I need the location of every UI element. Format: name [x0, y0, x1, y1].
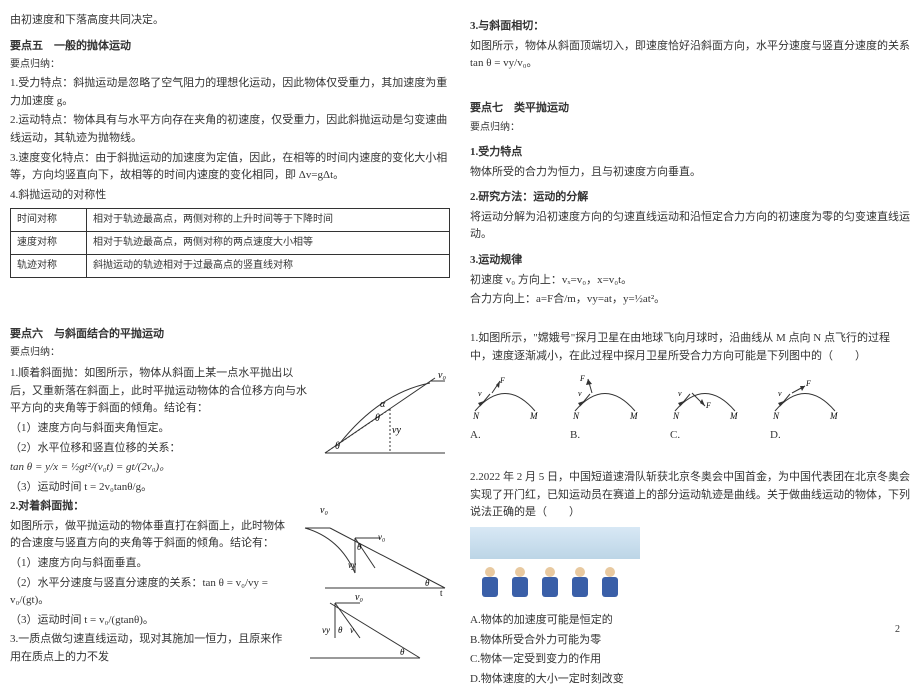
s7-3a: 初速度 v₀ 方向上：vₓ=v₀，x=v₀t。: [470, 272, 910, 290]
question-2: 2.2022 年 2 月 5 日，中国短道速滑队斩获北京冬奥会中国首金，为中国代…: [470, 469, 910, 522]
s6-3b-title: 3.与斜面相切：: [470, 18, 910, 36]
question-1: 1.如图所示，"嫦娥号"探月卫星在由地球飞向月球时，沿曲线从 M 点向 N 点飞…: [470, 330, 910, 365]
s7-2t: 2.研究方法：运动的分解: [470, 189, 910, 207]
s7-2d: 将运动分解为沿初速度方向的匀速直线运动和沿恒定合力方向的初速度为零的匀变速直线运…: [470, 209, 910, 244]
s6-3b-desc: 如图所示，物体从斜面顶端切入，即速度恰好沿斜面方向，水平分速度与竖直分速度的关系…: [470, 38, 910, 73]
svg-text:θ: θ: [335, 441, 340, 452]
arc-diagram-c: N M v F: [670, 371, 740, 421]
s6-2-b: （2）水平分速度与竖直分速度的关系：tan θ = v₀/vy = v₀/(gt…: [10, 575, 290, 610]
svg-text:v: v: [350, 625, 354, 635]
left-column: 由初速度和下落高度共同决定。 要点五 一般的抛体运动 要点归纳： 1.受力特点：…: [10, 10, 450, 640]
svg-text:vy: vy: [348, 560, 356, 570]
svg-text:α: α: [380, 399, 386, 410]
incline-diagram-1: v₀ θ θ α vy: [320, 363, 450, 458]
section6-title: 要点六 与斜面结合的平抛运动: [10, 326, 450, 344]
section7-sub: 要点归纳：: [470, 120, 910, 136]
svg-text:F: F: [579, 374, 585, 383]
q2-opt-a: A.物体的加速度可能是恒定的: [470, 612, 910, 630]
svg-text:v: v: [678, 389, 682, 398]
q1-opt-d: N M v F D.: [770, 371, 840, 445]
s6-3: 3.一质点做匀速直线运动，现对其施加一恒力，且原来作用在质点上的力不发: [10, 631, 290, 666]
s5-point3: 3.速度变化特点：由于斜抛运动的加速度为定值，因此，在相等的时间内速度的变化大小…: [10, 150, 450, 185]
section7-title: 要点七 类平抛运动: [470, 100, 910, 118]
svg-text:t: t: [440, 588, 443, 598]
svg-text:θ: θ: [357, 542, 362, 552]
svg-text:vy: vy: [392, 425, 401, 436]
arc-diagram-a: N M v F: [470, 371, 540, 421]
svg-text:θ: θ: [425, 578, 430, 588]
svg-text:v₀: v₀: [320, 505, 328, 516]
svg-text:vy: vy: [322, 625, 330, 635]
svg-text:M: M: [529, 411, 538, 421]
table-row: 时间对称相对于轨迹最高点，两侧对称的上升时间等于下降时间: [11, 209, 450, 232]
svg-text:N: N: [772, 411, 780, 421]
q1-options: N M v F A. N M v F B: [470, 371, 910, 445]
s7-3t: 3.运动规律: [470, 252, 910, 270]
s7-1d: 物体所受的合力为恒力，且与初速度方向垂直。: [470, 164, 910, 182]
s6-1-c: （3）运动时间 t = 2v₀tanθ/g。: [10, 479, 310, 497]
incline-diagram-2: v₀ v₀ vy θ θ t v₀ vy θ v θ: [300, 498, 450, 668]
svg-text:N: N: [472, 411, 480, 421]
right-column: 3.与斜面相切： 如图所示，物体从斜面顶端切入，即速度恰好沿斜面方向，水平分速度…: [470, 10, 910, 640]
section5-sub: 要点归纳：: [10, 57, 450, 73]
arc-diagram-d: N M v F: [770, 371, 840, 421]
s6-1-a: （1）速度方向与斜面夹角恒定。: [10, 420, 310, 438]
svg-text:N: N: [672, 411, 680, 421]
arc-diagram-b: N M v F: [570, 371, 640, 421]
svg-text:M: M: [829, 411, 838, 421]
table-row: 速度对称相对于轨迹最高点，两侧对称的两点速度大小相等: [11, 232, 450, 255]
svg-text:N: N: [572, 411, 580, 421]
table-row: 轨迹对称斜抛运动的轨迹相对于过最高点的竖直线对称: [11, 255, 450, 278]
svg-text:M: M: [629, 411, 638, 421]
skating-photo: [470, 527, 640, 607]
svg-text:θ: θ: [338, 625, 343, 635]
s5-point4: 4.斜抛运动的对称性: [10, 187, 450, 205]
s5-point1: 1.受力特点：斜抛运动是忽略了空气阻力的理想化运动，因此物体仅受重力，其加速度为…: [10, 75, 450, 110]
svg-text:v: v: [578, 389, 582, 398]
q2-opt-b: B.物体所受合外力可能为零: [470, 632, 910, 650]
q1-opt-a: N M v F A.: [470, 371, 540, 445]
svg-text:v₀: v₀: [355, 592, 363, 603]
q1-opt-c: N M v F C.: [670, 371, 740, 445]
q2-opt-d: D.物体速度的大小一定时刻改变: [470, 671, 910, 688]
svg-text:v: v: [778, 389, 782, 398]
s7-3b: 合力方向上：a=F合/m，vy=at，y=½at²。: [470, 291, 910, 309]
section6-sub: 要点归纳：: [10, 345, 450, 361]
s6-2-desc: 如图所示，做平抛运动的物体垂直打在斜面上，此时物体的合速度与竖直方向的夹角等于斜…: [10, 518, 290, 553]
s6-2-title: 2.对着斜面抛：: [10, 500, 84, 512]
svg-text:v: v: [478, 389, 482, 398]
svg-text:F: F: [705, 401, 711, 410]
s7-1t: 1.受力特点: [470, 144, 910, 162]
page-number: 2: [895, 622, 900, 638]
svg-text:M: M: [729, 411, 738, 421]
s6-1-title: 1.顺着斜面抛：如图所示，物体从斜面上某一点水平抛出以后，又重新落在斜面上，此时…: [10, 365, 310, 418]
q1-opt-b: N M v F B.: [570, 371, 640, 445]
s6-2-c: （3）运动时间 t = v₀/(gtanθ)。: [10, 612, 290, 630]
svg-text:F: F: [499, 376, 505, 385]
svg-text:θ: θ: [400, 647, 405, 657]
intro-text: 由初速度和下落高度共同决定。: [10, 12, 450, 30]
section5-title: 要点五 一般的抛体运动: [10, 38, 450, 56]
symmetry-table: 时间对称相对于轨迹最高点，两侧对称的上升时间等于下降时间 速度对称相对于轨迹最高…: [10, 208, 450, 278]
q2-opt-c: C.物体一定受到变力的作用: [470, 651, 910, 669]
svg-text:F: F: [805, 379, 811, 388]
svg-text:v₀: v₀: [438, 370, 446, 381]
s5-point2: 2.运动特点：物体具有与水平方向存在夹角的初速度，仅受重力，因此斜抛运动是匀变速…: [10, 112, 450, 147]
svg-text:θ: θ: [375, 413, 380, 424]
s6-1-b: （2）水平位移和竖直位移的关系：: [10, 440, 310, 458]
s6-1-formula: tan θ = y/x = ½gt²/(v₀t) = gt/(2v₀)。: [10, 459, 310, 477]
incline-along-group: 1.顺着斜面抛：如图所示，物体从斜面上某一点水平抛出以后，又重新落在斜面上，此时…: [10, 363, 450, 498]
svg-text:v₀: v₀: [378, 532, 385, 542]
incline-against-group: 2.对着斜面抛： 如图所示，做平抛运动的物体垂直打在斜面上，此时物体的合速度与竖…: [10, 498, 450, 668]
s6-2-a: （1）速度方向与斜面垂直。: [10, 555, 290, 573]
